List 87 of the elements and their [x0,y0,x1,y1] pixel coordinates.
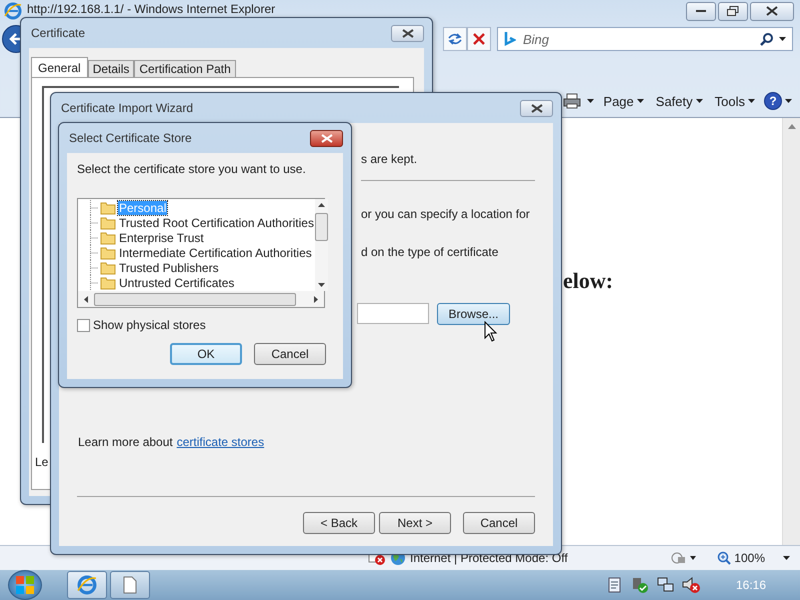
scrollbar[interactable] [782,118,800,545]
down-arrow-icon[interactable] [318,283,325,287]
search-icon[interactable] [760,32,774,46]
left-arrow-icon[interactable] [84,296,88,302]
close-button[interactable] [520,100,553,116]
search-box[interactable]: Bing [497,27,793,51]
learn-more-text: Learn more about [78,435,173,449]
tree-item[interactable]: Enterprise Trust [118,230,205,244]
close-icon [320,134,332,142]
browse-button[interactable]: Browse... [437,303,510,325]
tree-item[interactable]: Trusted Root Certification Authorities [118,216,315,230]
checkbox[interactable] [77,318,90,332]
search-provider-icon [504,31,516,47]
dialog-button[interactable]: Cancel [254,343,326,365]
caret-icon[interactable] [779,37,786,41]
up-arrow-icon[interactable] [318,203,325,207]
caret-icon[interactable] [783,556,790,560]
zoom-button[interactable]: 100% [717,551,779,565]
speaker-muted-icon[interactable] [682,576,700,594]
close-button[interactable] [750,2,794,20]
wizard-text: s are kept. [361,152,418,166]
wizard-button[interactable]: < Back [303,512,375,534]
tab[interactable]: General [31,57,88,77]
tree-item[interactable]: Trusted Publishers [118,260,220,274]
restore-icon [727,6,739,16]
tree-item[interactable]: Intermediate Certification Authorities [118,246,313,260]
menu-button[interactable]: Tools [712,94,758,108]
refresh-icon [447,32,463,46]
close-button[interactable] [391,24,424,42]
start-button[interactable] [8,570,42,600]
wizard-button[interactable]: Next > [379,512,451,534]
document-icon[interactable] [608,577,622,593]
close-icon [402,28,414,38]
checkbox-label[interactable]: Show physical stores [93,318,206,332]
caret-icon [636,99,644,103]
tab[interactable]: Details [88,60,134,77]
refresh-button[interactable] [443,27,467,51]
tab[interactable]: Certification Path [134,60,236,77]
folder-icon [100,216,116,230]
panel-text: Le [35,455,48,469]
page-heading: elow: [563,268,614,294]
wizard-text: d on the type of certificate [361,245,498,259]
document-taskbar-button[interactable] [110,571,150,599]
caret-icon [748,99,755,103]
network-icon[interactable] [656,576,674,594]
restore-button[interactable] [718,2,748,20]
menu-button[interactable]: Safety [652,94,706,108]
close-icon [530,104,542,112]
scrollbar[interactable] [314,199,328,291]
caret-icon[interactable] [587,99,594,103]
print-icon[interactable] [563,93,582,109]
wizard-text: or you can specify a location for [361,207,530,221]
mouse-cursor-icon [484,321,498,342]
store-name-field[interactable] [357,303,429,324]
help-button[interactable]: ? [764,92,782,110]
dialog-button[interactable]: OK [170,343,242,365]
lock-icon[interactable] [671,551,698,565]
folder-icon [100,200,116,214]
close-button[interactable] [310,130,343,146]
zoom-icon [717,551,732,565]
window-title: http://192.168.1.1/ - Windows Internet Explorer [27,2,276,16]
stop-button[interactable] [467,27,491,51]
stop-icon [473,33,485,45]
caret-icon[interactable] [785,99,792,103]
dialog-title: Certificate Import Wizard [61,101,194,115]
certificate-stores-link[interactable]: certificate stores [176,435,264,449]
scrollbar[interactable] [78,291,324,307]
wizard-button[interactable]: Cancel [463,512,535,534]
tree-item[interactable]: Untrusted Certificates [118,276,236,290]
close-icon [766,6,778,16]
browser-taskbar-button[interactable] [67,571,107,599]
right-arrow-icon[interactable] [314,296,318,302]
caret-icon [696,99,703,103]
folder-icon [100,230,116,244]
browser-logo-icon [4,2,22,20]
folder-icon [100,260,116,274]
folder-icon [100,246,116,260]
menu-button[interactable]: Page [600,94,647,108]
dialog-title: Select Certificate Store [69,131,192,145]
dialog-title: Certificate [31,26,86,40]
back-arrow-icon [9,32,23,46]
browser-logo-icon [77,575,97,595]
flag-logo-icon [15,575,35,595]
document-icon [123,576,137,594]
minimize-icon [696,9,706,13]
minimize-button[interactable] [686,2,716,20]
prompt-text: Select the certificate store you want to use. [77,162,307,176]
